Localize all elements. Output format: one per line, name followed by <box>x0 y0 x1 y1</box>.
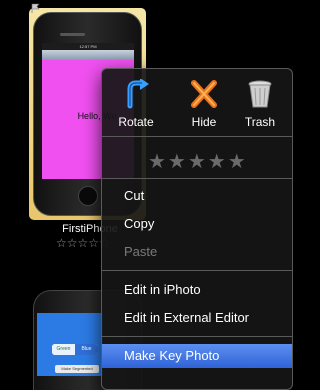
flag-icon <box>31 3 40 13</box>
status-time: 12:57 PM <box>79 44 97 49</box>
rotate-button[interactable]: Rotate <box>108 69 164 131</box>
segmented-control: Green Blue <box>52 344 98 355</box>
hide-button[interactable]: Hide <box>176 69 232 131</box>
segment-green: Green <box>52 344 75 355</box>
segment-blue: Blue <box>75 344 98 355</box>
menu-item-copy[interactable]: Copy <box>102 212 292 236</box>
menu-divider <box>102 136 292 137</box>
home-button-icon <box>78 186 98 206</box>
trash-button[interactable]: Trash <box>232 69 288 131</box>
rotate-label: Rotate <box>118 115 154 129</box>
menu-item-make-key-photo[interactable]: Make Key Photo <box>102 344 292 368</box>
menu-item-cut[interactable]: Cut <box>102 184 292 208</box>
phone-nav-bar <box>42 50 134 60</box>
phone-screen-2: Green Blue Make Segmented <box>37 313 103 376</box>
menu-divider <box>102 336 292 337</box>
phone-speaker <box>60 33 85 36</box>
segmented-status-text: Make Segmented <box>55 365 99 373</box>
menu-divider <box>102 178 292 179</box>
phone-status-bar: 12:57 PM <box>42 43 134 50</box>
menu-item-paste: Paste <box>124 244 158 259</box>
trash-label: Trash <box>244 115 276 129</box>
rotate-icon <box>127 79 149 109</box>
menu-item-edit-in-external-editor[interactable]: Edit in External Editor <box>102 306 292 330</box>
trash-icon <box>248 80 272 108</box>
menu-item-edit-in-iphoto[interactable]: Edit in iPhoto <box>102 278 292 302</box>
context-menu: Rotate Hide Trash ★★★★★ Cut Copy Paste E… <box>101 68 293 390</box>
hide-label: Hide <box>191 115 217 129</box>
rating-stars[interactable]: ★★★★★ <box>148 149 248 174</box>
hide-icon <box>191 80 217 108</box>
menu-divider <box>102 270 292 271</box>
